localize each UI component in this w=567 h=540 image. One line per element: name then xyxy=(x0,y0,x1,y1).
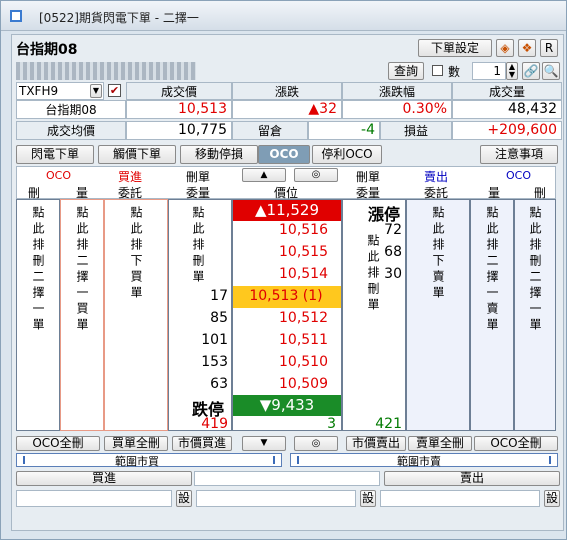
cancel-ask-head: 刪單 xyxy=(356,170,381,184)
price-row-7[interactable]: 10,510 xyxy=(232,354,328,370)
sell-order-column[interactable]: 點此排下賣單 xyxy=(406,199,470,431)
search-icon-button[interactable]: 🔍 xyxy=(542,62,560,80)
pct-value: 0.30% xyxy=(342,100,452,119)
oco-cancel-column-right[interactable]: 點此排刪二擇一單 xyxy=(514,199,556,431)
page-up-button[interactable]: ▲ xyxy=(242,168,286,182)
bid-vol-6: 101 xyxy=(201,332,228,348)
main-panel: 台指期08 下單設定 ◈ ❖ R 查詢 數 1 ▲ ▼ 🔗 🔍 TXFH9 ▼ ✔… xyxy=(11,34,564,531)
sell-button[interactable]: 賣出 xyxy=(384,471,560,486)
tab-touch-order[interactable]: 觸價下單 xyxy=(98,145,176,164)
app-window: [0522]期貨閃電下單 - 二擇一 台指期08 下單設定 ◈ ❖ R 查詢 數… xyxy=(0,0,567,540)
limit-down-price[interactable]: ▼9,433 xyxy=(233,395,341,416)
qty-spinner[interactable]: ▲ ▼ xyxy=(506,62,518,80)
pnl-label: 損益 xyxy=(380,121,452,140)
tab-trailing-stop[interactable]: 移動停損 xyxy=(180,145,258,164)
oco-buy-column[interactable]: 點此排二擇一買單 xyxy=(60,199,104,431)
avg-price-label: 成交均價 xyxy=(16,121,126,140)
limit-up-price[interactable]: ▲11,529 xyxy=(233,200,341,221)
oi-label: 留倉 xyxy=(232,121,308,140)
oco-right-head: OCO xyxy=(506,169,531,182)
last-price-value: 10,513 xyxy=(126,100,232,119)
market-buy-button[interactable]: 市價買進 xyxy=(172,436,232,451)
query-button[interactable]: 查詢 xyxy=(388,62,424,80)
bid-vol-7: 153 xyxy=(201,354,228,370)
tab-flash-order[interactable]: 閃電下單 xyxy=(16,145,94,164)
range-sell-slider[interactable]: 範圍市賣 xyxy=(290,453,558,468)
oi-value: -4 xyxy=(308,121,380,140)
change-value: ▲32 xyxy=(232,100,342,119)
price-row-8[interactable]: 10,509 xyxy=(232,376,328,392)
price-row-1[interactable]: 10,516 xyxy=(232,222,328,238)
range-buy-slider[interactable]: 範圍市買 xyxy=(16,453,282,468)
price-row-4[interactable]: 10,513 (1) xyxy=(232,288,340,304)
cancel-bid-head: 刪單 xyxy=(186,170,211,184)
oco-cancel-column-left[interactable]: 點此排刪二擇一單 xyxy=(16,199,60,431)
tab-take-profit-oco[interactable]: 停利OCO xyxy=(312,145,382,164)
price-row-6[interactable]: 10,511 xyxy=(232,332,328,348)
last-price-label: 成交價 xyxy=(126,82,232,100)
order-settings-button[interactable]: 下單設定 xyxy=(418,39,492,57)
chevron-down-icon[interactable]: ▼ xyxy=(90,84,102,98)
double-diamond-icon-button[interactable]: ❖ xyxy=(518,39,536,57)
sell-head: 賣出 xyxy=(424,170,449,184)
product-name: 台指期08 xyxy=(16,100,126,119)
r-button[interactable]: R xyxy=(540,39,558,57)
oco-sell-column[interactable]: 點此排二擇一賣單 xyxy=(470,199,514,431)
qty-checkbox[interactable] xyxy=(432,65,443,76)
qty-label: 數 xyxy=(448,65,461,79)
pnl-value: +209,600 xyxy=(452,121,562,140)
ask-vol-1: 72 xyxy=(384,222,402,238)
mid-total: 3 xyxy=(327,416,336,432)
price-row-5[interactable]: 10,512 xyxy=(232,310,328,326)
price-row-3[interactable]: 10,514 xyxy=(232,266,328,282)
market-sell-button[interactable]: 市價賣出 xyxy=(346,436,406,451)
oco-left-head: OCO xyxy=(46,169,71,182)
bid-vol-5: 85 xyxy=(210,310,228,326)
qty-input[interactable]: 1 xyxy=(472,62,506,80)
price-row-2[interactable]: 10,515 xyxy=(232,244,328,260)
center-button-bottom[interactable]: ◎ xyxy=(294,436,338,451)
buy-setting-field[interactable] xyxy=(16,490,172,507)
product-title: 台指期08 xyxy=(16,42,78,58)
account-masked xyxy=(16,62,196,80)
app-icon xyxy=(10,10,22,22)
volume-label: 成交量 xyxy=(452,82,562,100)
change-label: 漲跌 xyxy=(232,82,342,100)
ask-vol-3: 30 xyxy=(384,266,402,282)
oco-cancel-all-left[interactable]: OCO全刪 xyxy=(16,436,100,451)
diamond-icon-button[interactable]: ◈ xyxy=(496,39,514,57)
info-field xyxy=(194,471,380,486)
window-title: [0522]期貨閃電下單 - 二擇一 xyxy=(39,11,199,25)
buy-order-column[interactable]: 點此排下買單 xyxy=(104,199,168,431)
sell-set-button[interactable]: 設 xyxy=(544,490,560,507)
mid-setting-field[interactable] xyxy=(196,490,356,507)
total-bid: 419 xyxy=(201,416,228,432)
product-checkbox[interactable]: ✔ xyxy=(108,84,121,97)
buy-set-button[interactable]: 設 xyxy=(176,490,192,507)
sell-setting-field[interactable] xyxy=(380,490,540,507)
notes-button[interactable]: 注意事項 xyxy=(480,145,558,164)
avg-price-value: 10,775 xyxy=(126,121,232,140)
total-ask: 421 xyxy=(375,416,402,432)
buy-button[interactable]: 買進 xyxy=(16,471,192,486)
mid-set-button[interactable]: 設 xyxy=(360,490,376,507)
ask-vol-2: 68 xyxy=(384,244,402,260)
oco-cancel-all-right[interactable]: OCO全刪 xyxy=(474,436,558,451)
sell-cancel-all-button[interactable]: 賣單全刪 xyxy=(408,436,472,451)
title-bar: [0522]期貨閃電下單 - 二擇一 xyxy=(1,1,566,31)
page-down-button[interactable]: ▼ xyxy=(242,436,286,451)
buy-cancel-all-button[interactable]: 買單全刪 xyxy=(104,436,168,451)
pct-label: 漲跌幅 xyxy=(342,82,452,100)
buy-head: 買進 xyxy=(118,170,143,184)
bid-vol-4: 17 xyxy=(210,288,228,304)
tab-oco[interactable]: OCO xyxy=(258,145,310,164)
link-icon-button[interactable]: 🔗 xyxy=(522,62,540,80)
center-button[interactable]: ◎ xyxy=(294,168,338,182)
volume-value: 48,432 xyxy=(452,100,562,119)
bid-vol-8: 63 xyxy=(210,376,228,392)
